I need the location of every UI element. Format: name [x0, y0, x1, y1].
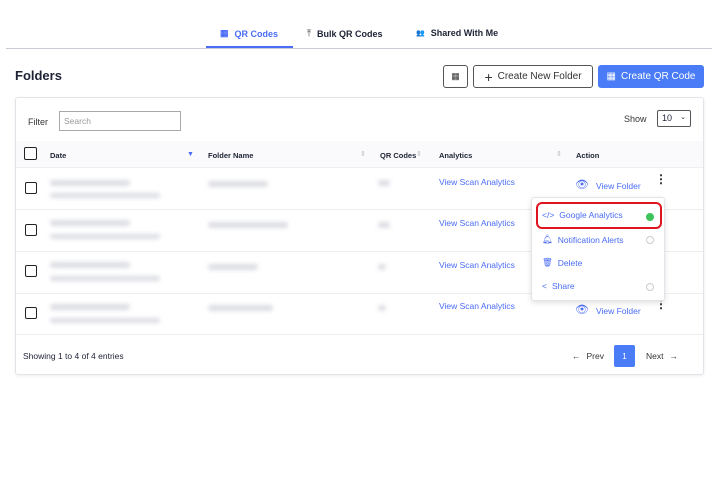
page-title: Folders	[15, 68, 62, 83]
row-checkbox[interactable]	[25, 182, 37, 194]
col-folder-name[interactable]: Folder Name	[208, 151, 253, 160]
blurred-count	[378, 180, 390, 186]
active-tab-indicator	[206, 46, 293, 48]
view-scan-analytics-link[interactable]: View Scan Analytics	[439, 218, 515, 228]
arrow-left-icon: ←	[572, 351, 581, 361]
view-folder-button[interactable]: 👁 View Folder	[575, 304, 641, 317]
view-scan-analytics-link[interactable]: View Scan Analytics	[439, 301, 515, 311]
trash-icon: 🗑︎	[542, 257, 553, 267]
eye-icon: 👁	[575, 179, 589, 191]
search-input[interactable]: Search	[59, 111, 181, 131]
select-all-checkbox[interactable]	[24, 147, 37, 160]
disabled-check-icon	[646, 236, 654, 244]
row-checkbox[interactable]	[25, 307, 37, 319]
code-icon: </>	[542, 210, 555, 220]
view-folder-button[interactable]: 👁 View Folder	[575, 179, 641, 192]
users-icon: 👥	[416, 30, 425, 37]
blurred-folder-name	[208, 264, 258, 270]
share-icon: <	[542, 281, 547, 291]
page-1-button[interactable]: 1	[614, 345, 635, 367]
create-folder-button[interactable]: + Create New Folder	[473, 65, 593, 88]
tab-bulk-qr-codes[interactable]: ⤒ Bulk QR Codes	[307, 28, 383, 39]
qr-icon: ▦	[220, 28, 229, 38]
grid-view-button[interactable]: ▦	[443, 65, 468, 88]
grid-icon: ▦	[451, 71, 460, 81]
row-checkbox[interactable]	[25, 265, 37, 277]
tab-bar	[6, 0, 712, 49]
blurred-date	[50, 180, 130, 186]
show-label: Show	[624, 114, 647, 124]
blurred-date	[50, 220, 130, 226]
page-size-select[interactable]: 10 ⌄	[657, 110, 691, 127]
enabled-check-icon	[646, 213, 654, 221]
sort-icon[interactable]: ⇕	[416, 150, 422, 158]
entries-info: Showing 1 to 4 of 4 entries	[23, 351, 124, 361]
eye-icon: 👁	[575, 304, 589, 316]
blurred-folder-name	[208, 181, 268, 187]
blurred-date	[50, 193, 160, 198]
menu-item-notification-alerts[interactable]: 🔔︎ Notification Alerts	[542, 234, 623, 245]
menu-item-google-analytics[interactable]: </> Google Analytics	[542, 210, 623, 220]
arrow-right-icon: →	[669, 351, 678, 361]
blurred-count	[378, 305, 386, 311]
blurred-folder-name	[208, 305, 273, 311]
sort-icon[interactable]: ⇕	[556, 150, 562, 158]
blurred-date	[50, 304, 130, 310]
blurred-count	[378, 264, 386, 270]
tab-shared-with-me[interactable]: 👥 Shared With Me	[416, 28, 498, 38]
disabled-check-icon	[646, 283, 654, 291]
blurred-date	[50, 262, 130, 268]
blurred-count	[378, 222, 390, 228]
sort-desc-icon[interactable]: ▼	[187, 151, 194, 158]
row-checkbox[interactable]	[25, 224, 37, 236]
next-button[interactable]: Next →	[646, 351, 678, 361]
blurred-folder-name	[208, 222, 288, 228]
blurred-date	[50, 276, 160, 281]
folder-options-menu: </> Google Analytics 🔔︎ Notification Alert…	[531, 197, 665, 301]
prev-button[interactable]: ← Prev	[572, 351, 604, 361]
sort-icon[interactable]: ⇕	[360, 150, 366, 158]
more-options-icon[interactable]: ⋮	[655, 173, 667, 185]
menu-item-delete[interactable]: 🗑︎ Delete	[542, 257, 582, 268]
filter-label: Filter	[28, 117, 48, 127]
more-options-icon[interactable]: ⋮	[655, 298, 667, 310]
col-action: Action	[576, 151, 600, 160]
col-date[interactable]: Date	[50, 151, 66, 160]
upload-icon: ⤒	[307, 28, 311, 38]
blurred-date	[50, 234, 160, 239]
blurred-date	[50, 318, 160, 323]
plus-icon: +	[484, 68, 493, 85]
col-analytics: Analytics	[439, 151, 473, 160]
bell-icon: 🔔︎	[542, 234, 553, 244]
menu-item-share[interactable]: < Share	[542, 281, 575, 291]
tab-qr-codes[interactable]: ▦ QR Codes	[220, 28, 278, 39]
view-scan-analytics-link[interactable]: View Scan Analytics	[439, 260, 515, 270]
view-scan-analytics-link[interactable]: View Scan Analytics	[439, 177, 515, 187]
create-qr-button[interactable]: ▦ Create QR Code	[598, 65, 704, 88]
qr-icon: ▦	[606, 71, 616, 82]
col-qr-codes[interactable]: QR Codes	[380, 151, 416, 160]
